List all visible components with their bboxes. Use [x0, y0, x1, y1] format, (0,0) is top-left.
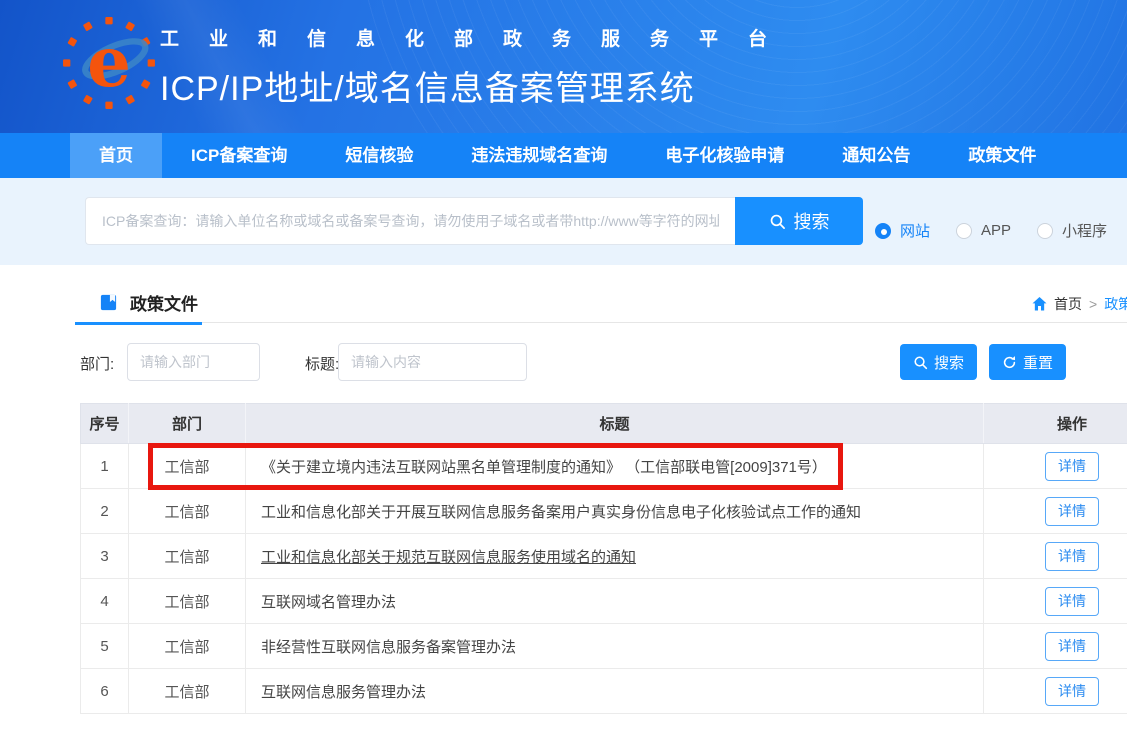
col-header-action: 操作 — [984, 404, 1127, 444]
filter-search-button[interactable]: 搜索 — [900, 344, 977, 380]
table-row: 2 工信部 工业和信息化部关于开展互联网信息服务备案用户真实身份信息电子化核验试… — [81, 489, 1127, 534]
row-number-cell: 3 — [81, 534, 129, 579]
ministry-platform-line: 工业和信息化部政务服务平台 — [160, 24, 797, 51]
refresh-icon — [1002, 355, 1017, 370]
radio-mini-program-label: 小程序 — [1062, 220, 1107, 241]
radio-app-label: APP — [981, 222, 1011, 239]
table-row: 3 工信部 工业和信息化部关于规范互联网信息服务使用域名的通知 详情 — [81, 534, 1127, 579]
table-row: 1 工信部 《关于建立境内违法互联网站黑名单管理制度的通知》 （工信部联电管[2… — [81, 444, 1127, 489]
title-filter-input[interactable] — [338, 343, 527, 381]
icp-search-button[interactable]: 搜索 — [735, 197, 863, 245]
dept-cell: 工信部 — [129, 669, 246, 714]
detail-button[interactable]: 详情 — [1045, 452, 1099, 481]
dept-filter-label: 部门: — [80, 353, 114, 374]
main-nav: 首页 ICP备案查询 短信核验 违法违规域名查询 电子化核验申请 通知公告 政策… — [0, 133, 1127, 178]
query-type-radio-group: 网站 APP 小程序 快应用 — [875, 178, 1127, 265]
section-title: 政策文件 — [130, 290, 198, 315]
section-header: 政策文件 首页 > 政策文件 — [75, 282, 1127, 323]
dept-cell: 工信部 — [129, 534, 246, 579]
row-number-cell: 5 — [81, 624, 129, 669]
detail-button[interactable]: 详情 — [1045, 677, 1099, 706]
header-titles: 工业和信息化部政务服务平台 ICP/IP地址/域名信息备案管理系统 — [160, 24, 797, 110]
table-header-row: 序号 部门 标题 操作 — [81, 404, 1127, 444]
detail-button[interactable]: 详情 — [1045, 587, 1099, 616]
policy-title-link[interactable]: 《关于建立境内违法互联网站黑名单管理制度的通知》 （工信部联电管[2009]37… — [246, 444, 984, 489]
nav-item-notices[interactable]: 通知公告 — [813, 133, 939, 178]
main-content: 政策文件 首页 > 政策文件 部门: 标题: 搜索 — [0, 265, 1127, 751]
policy-table: 序号 部门 标题 操作 1 工信部 《关于建立境内违法互联网站黑名单管理制度的通… — [80, 403, 1127, 714]
policy-title-link[interactable]: 互联网信息服务管理办法 — [246, 669, 984, 714]
title-filter-label: 标题: — [305, 353, 339, 374]
icp-search-section: 搜索 网站 APP 小程序 快应用 — [0, 178, 1127, 265]
dept-cell: 工信部 — [129, 444, 246, 489]
dept-cell: 工信部 — [129, 624, 246, 669]
row-number-cell: 1 — [81, 444, 129, 489]
home-icon — [1032, 297, 1047, 311]
breadcrumb: 首页 > 政策文件 — [1032, 294, 1127, 314]
nav-item-home[interactable]: 首页 — [70, 133, 162, 178]
tab-policy-files: 政策文件 — [75, 282, 222, 323]
system-title: ICP/IP地址/域名信息备案管理系统 — [160, 61, 797, 110]
search-icon — [913, 355, 928, 370]
radio-unselected-icon — [1037, 223, 1053, 239]
radio-unselected-icon — [956, 223, 972, 239]
detail-button[interactable]: 详情 — [1045, 632, 1099, 661]
policy-title-link[interactable]: 互联网域名管理办法 — [246, 579, 984, 624]
breadcrumb-current-link[interactable]: 政策文件 — [1104, 294, 1127, 314]
detail-button[interactable]: 详情 — [1045, 497, 1099, 526]
filter-reset-button[interactable]: 重置 — [989, 344, 1066, 380]
radio-website[interactable]: 网站 — [875, 220, 930, 241]
breadcrumb-home-link[interactable]: 首页 — [1054, 294, 1082, 314]
search-icon — [769, 213, 786, 230]
policy-file-icon — [99, 293, 118, 312]
radio-mini-program[interactable]: 小程序 — [1037, 220, 1107, 241]
icp-search-button-label: 搜索 — [794, 208, 830, 234]
svg-text:e: e — [87, 22, 131, 103]
filter-search-label: 搜索 — [934, 352, 964, 373]
filter-row: 部门: 标题: 搜索 重置 — [0, 343, 1127, 383]
radio-app[interactable]: APP — [956, 222, 1011, 239]
col-header-dept: 部门 — [129, 404, 246, 444]
filter-reset-label: 重置 — [1023, 352, 1053, 373]
nav-item-illegal-domain-query[interactable]: 违法违规域名查询 — [442, 133, 636, 178]
row-number-cell: 2 — [81, 489, 129, 534]
row-number-cell: 4 — [81, 579, 129, 624]
radio-selected-icon — [875, 223, 891, 239]
dept-cell: 工信部 — [129, 489, 246, 534]
page: e 工业和信息化部政务服务平台 ICP/IP地址/域名信息备案管理系统 首页 I… — [0, 0, 1127, 751]
site-header: e 工业和信息化部政务服务平台 ICP/IP地址/域名信息备案管理系统 — [0, 0, 1127, 133]
policy-table-wrap: 序号 部门 标题 操作 1 工信部 《关于建立境内违法互联网站黑名单管理制度的通… — [80, 403, 1127, 714]
nav-item-sms-verify[interactable]: 短信核验 — [316, 133, 442, 178]
table-row: 4 工信部 互联网域名管理办法 详情 — [81, 579, 1127, 624]
nav-item-icp-query[interactable]: ICP备案查询 — [162, 133, 316, 178]
policy-title-link[interactable]: 工业和信息化部关于开展互联网信息服务备案用户真实身份信息电子化核验试点工作的通知 — [246, 489, 984, 534]
col-header-no: 序号 — [81, 404, 129, 444]
table-row: 5 工信部 非经营性互联网信息服务备案管理办法 详情 — [81, 624, 1127, 669]
radio-website-label: 网站 — [900, 220, 930, 241]
col-header-title: 标题 — [246, 404, 984, 444]
breadcrumb-separator: > — [1089, 296, 1097, 312]
gear-e-logo-icon: e — [62, 16, 156, 110]
dept-filter-input[interactable] — [127, 343, 260, 381]
miit-logo: e — [62, 16, 156, 110]
table-row: 6 工信部 互联网信息服务管理办法 详情 — [81, 669, 1127, 714]
nav-item-e-verify-apply[interactable]: 电子化核验申请 — [636, 133, 813, 178]
policy-title-link[interactable]: 工业和信息化部关于规范互联网信息服务使用域名的通知 — [246, 534, 984, 579]
policy-title-link[interactable]: 非经营性互联网信息服务备案管理办法 — [246, 624, 984, 669]
icp-search-input[interactable] — [85, 197, 735, 245]
detail-button[interactable]: 详情 — [1045, 542, 1099, 571]
dept-cell: 工信部 — [129, 579, 246, 624]
nav-item-policy-files[interactable]: 政策文件 — [939, 133, 1065, 178]
row-number-cell: 6 — [81, 669, 129, 714]
